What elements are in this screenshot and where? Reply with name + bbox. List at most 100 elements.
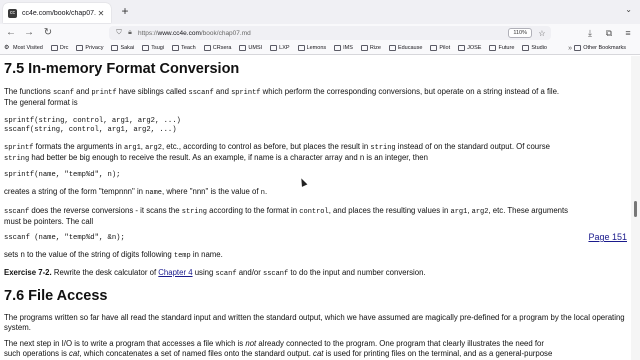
folder-icon (360, 45, 368, 51)
bookmark-item[interactable]: Drc (50, 45, 68, 51)
text: and/or (236, 268, 263, 277)
section-heading-7-6: 7.6 File Access (4, 288, 108, 304)
arrow-right-icon: → (24, 27, 34, 38)
text: , etc. These arguments (488, 206, 569, 215)
reload-icon: ↻ (43, 27, 53, 38)
address-bar[interactable]: ⛉ 🔒︎ https://www.cc4e.com/book/chap07.md… (109, 26, 551, 40)
folder-icon (76, 45, 84, 51)
emphasis: not (245, 339, 257, 348)
text: is used for printing files on the termin… (323, 349, 553, 358)
folder-icon (270, 45, 278, 51)
folder-icon (574, 45, 582, 51)
text: to do the input and number conversion. (288, 268, 426, 277)
code-inline: scanf (215, 270, 237, 278)
bookmark-item[interactable]: Sakai (111, 45, 134, 51)
code-inline: sprintf (231, 89, 261, 97)
bookmark-item[interactable]: Future (489, 45, 514, 51)
bookmark-label: JOSE (467, 45, 482, 51)
chevron-down-icon[interactable]: ⌄ (625, 5, 632, 14)
bookmark-item[interactable]: Tsugi (142, 45, 164, 51)
close-icon[interactable]: ✕ (96, 9, 106, 18)
bookmark-label: Studio (531, 45, 547, 51)
page-151-link[interactable]: Page 151 (588, 232, 627, 242)
code-inline: sprintf (4, 144, 34, 152)
folder-icon (172, 45, 180, 51)
text: and (213, 87, 232, 96)
folder-icon (334, 45, 342, 51)
download-icon[interactable]: ⤓ (582, 25, 598, 41)
zoom-level-button[interactable]: 110% (508, 28, 532, 38)
bookmark-other[interactable]: Other Bookmarks (574, 45, 626, 51)
bookmark-label: LXP (279, 45, 290, 51)
bookmark-item[interactable]: Pilot (430, 45, 450, 51)
text: and (74, 87, 92, 96)
bookmark-item[interactable]: Educause (388, 45, 422, 51)
bookmark-item[interactable]: UMSI (239, 45, 262, 51)
bookmark-label: Teach (181, 45, 196, 51)
tab-title: cc4e.com/book/chap07.md (22, 9, 96, 17)
paragraph-sets-n: sets n to the value of the string of dig… (4, 250, 628, 261)
exercise-7-2: Exercise 7-2. Rewrite the desk calculato… (4, 268, 628, 279)
menu-icon[interactable]: ≡ (620, 25, 636, 41)
folder-icon (203, 45, 211, 51)
bookmark-item[interactable]: CRsera (203, 45, 232, 51)
bookmark-label: CRsera (212, 45, 232, 51)
tab-active[interactable]: cc cc4e.com/book/chap07.md ✕ (3, 3, 111, 23)
text: , and places the resulting values in (328, 206, 451, 215)
text: , which concatenates a set of named file… (79, 349, 314, 358)
text: which perform the corresponding conversi… (260, 87, 560, 96)
folder-icon (458, 45, 466, 51)
tab-strip: cc cc4e.com/book/chap07.md ✕ + ⌄ (0, 0, 640, 24)
folder-icon (522, 45, 530, 51)
shield-icon[interactable]: ⛉ (113, 29, 125, 37)
text: sets n to the value of the string of dig… (4, 250, 174, 259)
paragraph-creates: creates a string of the form "tempnnn" i… (4, 187, 628, 198)
new-tab-button[interactable]: + (118, 4, 132, 18)
text: already connected to the program. One pr… (256, 339, 544, 348)
folder-icon (50, 45, 58, 51)
paragraph-programs: The programs written so far have all rea… (4, 313, 625, 332)
code-inline: sscanf (4, 208, 30, 216)
page-scrollbar[interactable] (631, 56, 640, 360)
page-content: 7.5 In-memory Format Conversion The func… (0, 56, 631, 360)
code-inline: arg2 (471, 208, 489, 216)
folder-icon (111, 45, 119, 51)
url-text[interactable]: https://www.cc4e.com/book/chap07.md (135, 30, 508, 37)
chapter-4-link[interactable]: Chapter 4 (158, 268, 192, 277)
bookmark-item[interactable]: IMS (334, 45, 353, 51)
text: in name. (190, 250, 223, 259)
bookmark-label: Other Bookmarks (583, 45, 626, 51)
paragraph-intro: The functions scanf and printf have sibl… (4, 87, 628, 108)
chevron-double-right-icon[interactable]: » (568, 45, 572, 52)
text: must be pointers. The call (4, 217, 94, 226)
bookmark-item[interactable]: Teach (172, 45, 196, 51)
bookmark-item[interactable]: LXP (270, 45, 290, 51)
bookmark-item[interactable]: JOSE (458, 45, 481, 51)
text: , where "nnn" is the value of (162, 187, 261, 196)
code-inline: name (145, 189, 162, 197)
code-inline: scanf (52, 89, 74, 97)
back-button[interactable]: ← (3, 25, 19, 41)
extensions-icon[interactable]: ⧉ (601, 25, 617, 41)
bookmark-item[interactable]: Studio (522, 45, 547, 51)
site-favicon-icon: cc (8, 8, 17, 18)
reload-button[interactable]: ↻ (40, 25, 56, 41)
bookmark-item[interactable]: Lemons (297, 45, 326, 51)
url-scheme: https:// (138, 29, 158, 37)
bookmark-star-icon[interactable]: ☆ (536, 29, 548, 38)
bookmark-item[interactable]: ⚙ Most Visited (4, 45, 43, 51)
text: Rewrite the desk calculator of (51, 268, 159, 277)
bookmark-label: Pilot (439, 45, 451, 51)
code-inline: string (181, 208, 207, 216)
bookmark-label: UMSI (248, 45, 263, 51)
bookmark-label: Most Visited (13, 45, 43, 51)
code-inline: control (299, 208, 329, 216)
scrollbar-thumb[interactable] (634, 201, 637, 217)
bookmark-item[interactable]: Rize (360, 45, 381, 51)
emphasis: cat (69, 349, 80, 358)
code-block-3: sscanf (name, "temp%d", &n); (4, 234, 125, 242)
bookmark-item[interactable]: Privacy (76, 45, 103, 51)
lock-icon[interactable]: 🔒︎ (125, 29, 135, 37)
forward-button[interactable]: → (21, 25, 37, 41)
folder-icon (297, 45, 305, 51)
